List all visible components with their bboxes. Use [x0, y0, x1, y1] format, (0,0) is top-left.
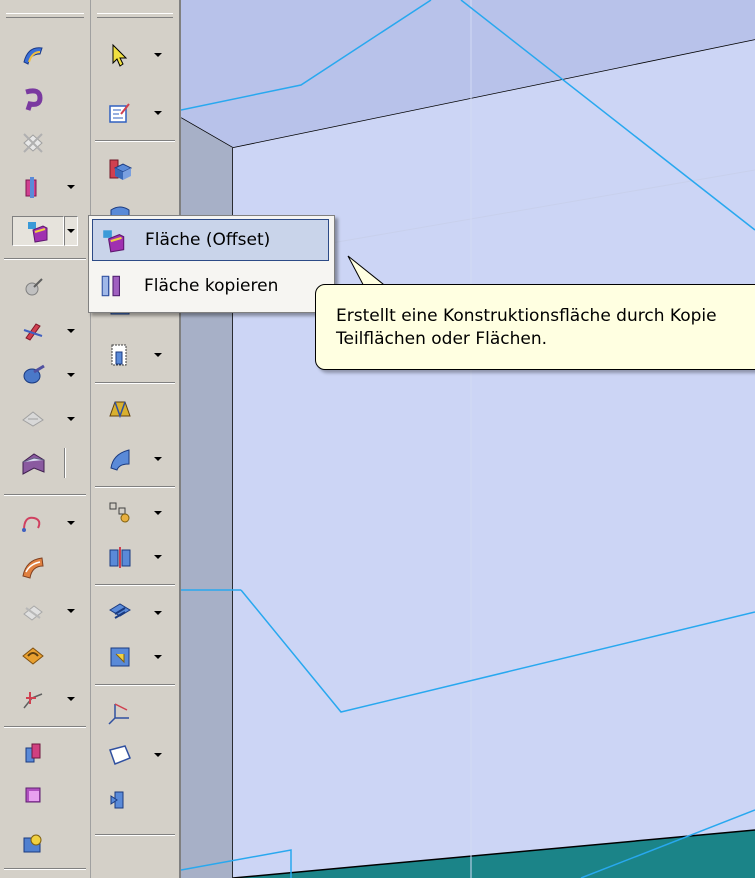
menu-item-copy-surface[interactable]: Fläche kopieren [92, 265, 329, 307]
select-arrow-icon[interactable] [105, 40, 135, 70]
tooltip: Erstellt eine Konstruktionsfläche durch … [315, 284, 755, 370]
surface-flyout-menu: Fläche (Offset) Fläche kopieren [88, 215, 335, 313]
pattern-icon[interactable] [105, 498, 135, 528]
hole-dropdown-arrow[interactable] [151, 340, 165, 370]
graphics-viewport[interactable] [181, 0, 755, 878]
tooltip-text: Erstellt eine Konstruktionsfläche durch … [336, 305, 717, 351]
swept-cutout-icon[interactable] [18, 128, 48, 158]
web-dropdown-arrow[interactable] [151, 642, 165, 672]
keypoint-curve-icon[interactable] [18, 828, 48, 858]
intersect-surface-icon[interactable] [18, 360, 48, 390]
feature-toolbar [91, 0, 181, 878]
sketch-dropdown-arrow[interactable] [151, 98, 165, 128]
round-icon[interactable] [18, 640, 48, 670]
toolbar-grip[interactable] [97, 13, 173, 18]
extruded-surface-icon[interactable] [18, 84, 48, 114]
mirror-dropdown-arrow[interactable] [151, 542, 165, 572]
cross-curve-dropdown-arrow[interactable] [64, 684, 78, 714]
derived-curve-icon[interactable] [18, 596, 48, 626]
plane-icon[interactable] [105, 740, 135, 770]
stitched-surface-icon[interactable] [18, 404, 48, 434]
sweep-surface-icon[interactable] [18, 40, 48, 70]
copy-surface-icon [96, 269, 130, 303]
offset-surface-icon [28, 222, 48, 243]
tooltip-line-2: Teilflächen oder Flächen. [336, 329, 548, 349]
blend-surface-icon[interactable] [18, 552, 48, 582]
pattern-dropdown-arrow[interactable] [151, 498, 165, 528]
surface-toolbar [0, 0, 91, 878]
tooltip-line-1: Erstellt eine Konstruktionsfläche durch … [336, 306, 717, 326]
trim-surface-dropdown-arrow[interactable] [64, 316, 78, 346]
sketch-icon[interactable] [105, 98, 135, 128]
rib-icon[interactable] [105, 598, 135, 628]
loft-icon[interactable] [105, 394, 135, 424]
curve-icon[interactable] [18, 508, 48, 538]
stitched-surface-dropdown-arrow[interactable] [64, 404, 78, 434]
part-3d-model [181, 0, 755, 878]
menu-item-offset-surface[interactable]: Fläche (Offset) [92, 219, 329, 261]
toolbar-grip[interactable] [6, 13, 84, 18]
curve-dropdown-arrow[interactable] [64, 508, 78, 538]
cross-curve-icon[interactable] [18, 684, 48, 714]
offset-surface-icon [97, 223, 131, 257]
web-icon[interactable] [105, 642, 135, 672]
coordinate-system-icon[interactable] [105, 698, 135, 728]
replace-face-icon[interactable] [18, 738, 48, 768]
select-dropdown-arrow[interactable] [151, 40, 165, 70]
swept-protrusion-icon[interactable] [18, 448, 48, 478]
trim-surface-icon[interactable] [18, 316, 48, 346]
menu-item-label: Fläche kopieren [144, 276, 279, 296]
intersect-surface-dropdown-arrow[interactable] [64, 360, 78, 390]
wrap-icon[interactable] [105, 784, 135, 814]
rib-dropdown-arrow[interactable] [151, 598, 165, 628]
sweep-dropdown-arrow[interactable] [151, 444, 165, 474]
bounded-surface-icon[interactable] [18, 272, 48, 302]
mirror-icon[interactable] [105, 542, 135, 572]
offset-surface-dropdown-arrow[interactable] [64, 216, 78, 246]
derived-curve-dropdown-arrow[interactable] [64, 596, 78, 626]
plane-dropdown-arrow[interactable] [151, 740, 165, 770]
hole-icon[interactable] [105, 340, 135, 370]
menu-item-label: Fläche (Offset) [145, 230, 271, 250]
split-surface-icon[interactable] [18, 172, 48, 202]
thicken-icon[interactable] [18, 780, 48, 810]
protrusion-icon[interactable] [105, 154, 135, 184]
offset-surface-button[interactable] [12, 216, 64, 246]
split-surface-dropdown-arrow[interactable] [64, 172, 78, 202]
sweep-icon[interactable] [105, 444, 135, 474]
